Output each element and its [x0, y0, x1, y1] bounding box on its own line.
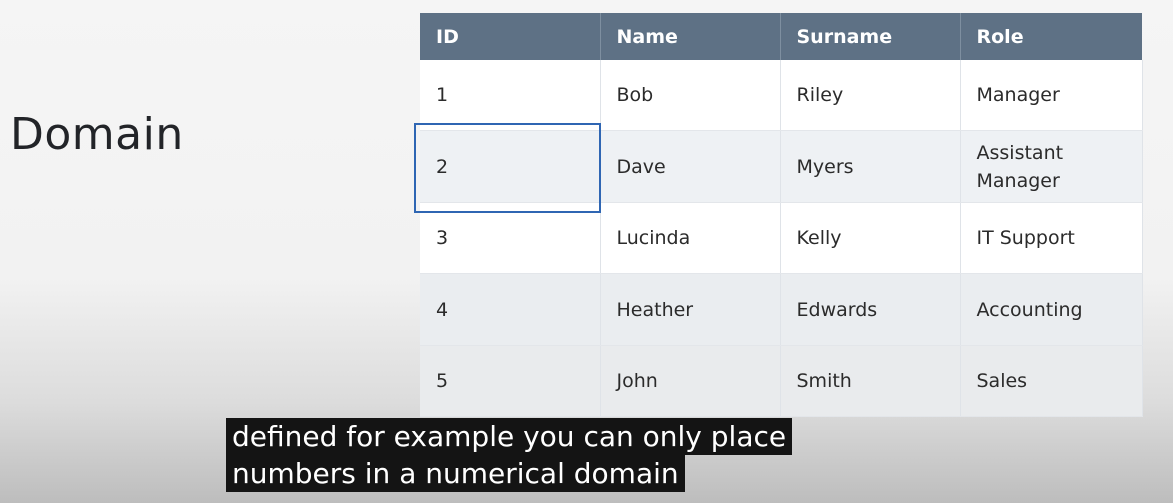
cell-id: 1	[420, 60, 601, 131]
header-role: Role	[960, 13, 1142, 60]
cell-name: Lucinda	[600, 202, 781, 274]
cell-id: 4	[420, 273, 601, 346]
cell-role: Accounting	[960, 273, 1143, 346]
slide-heading: Domain	[10, 109, 184, 160]
cell-name: John	[600, 345, 781, 417]
table-row: 3 Lucinda Kelly IT Support	[420, 202, 1143, 274]
table-header-row: ID Name Surname Role	[420, 13, 1142, 60]
cell-name: Bob	[600, 60, 781, 131]
cell-surname: Smith	[780, 345, 961, 417]
header-id: ID	[420, 13, 601, 60]
header-surname: Surname	[780, 13, 961, 60]
cell-surname: Kelly	[780, 202, 961, 274]
cell-role: IT Support	[960, 202, 1143, 274]
header-name: Name	[600, 13, 781, 60]
cell-role: Manager	[960, 60, 1143, 131]
cell-id: 3	[420, 202, 601, 274]
cell-id: 5	[420, 345, 601, 417]
caption-line-2: numbers in a numerical domain	[226, 455, 685, 492]
cell-surname: Edwards	[780, 273, 961, 346]
table-row: 2 Dave Myers Assistant Manager	[420, 130, 1143, 203]
cell-surname: Riley	[780, 60, 961, 131]
cell-name: Dave	[600, 130, 781, 203]
subtitle-caption: defined for example you can only place n…	[226, 418, 793, 492]
table-row: 4 Heather Edwards Accounting	[420, 273, 1143, 346]
caption-line-1: defined for example you can only place	[226, 418, 793, 455]
table-row: 1 Bob Riley Manager	[420, 60, 1143, 131]
cell-role: Assistant Manager	[960, 130, 1143, 203]
table-row: 5 John Smith Sales	[420, 345, 1143, 417]
cell-id: 2	[420, 130, 601, 203]
cell-name: Heather	[600, 273, 781, 346]
cell-surname: Myers	[780, 130, 961, 203]
cell-role: Sales	[960, 345, 1143, 417]
employee-table: ID Name Surname Role 1 Bob Riley Manager…	[420, 13, 1143, 417]
